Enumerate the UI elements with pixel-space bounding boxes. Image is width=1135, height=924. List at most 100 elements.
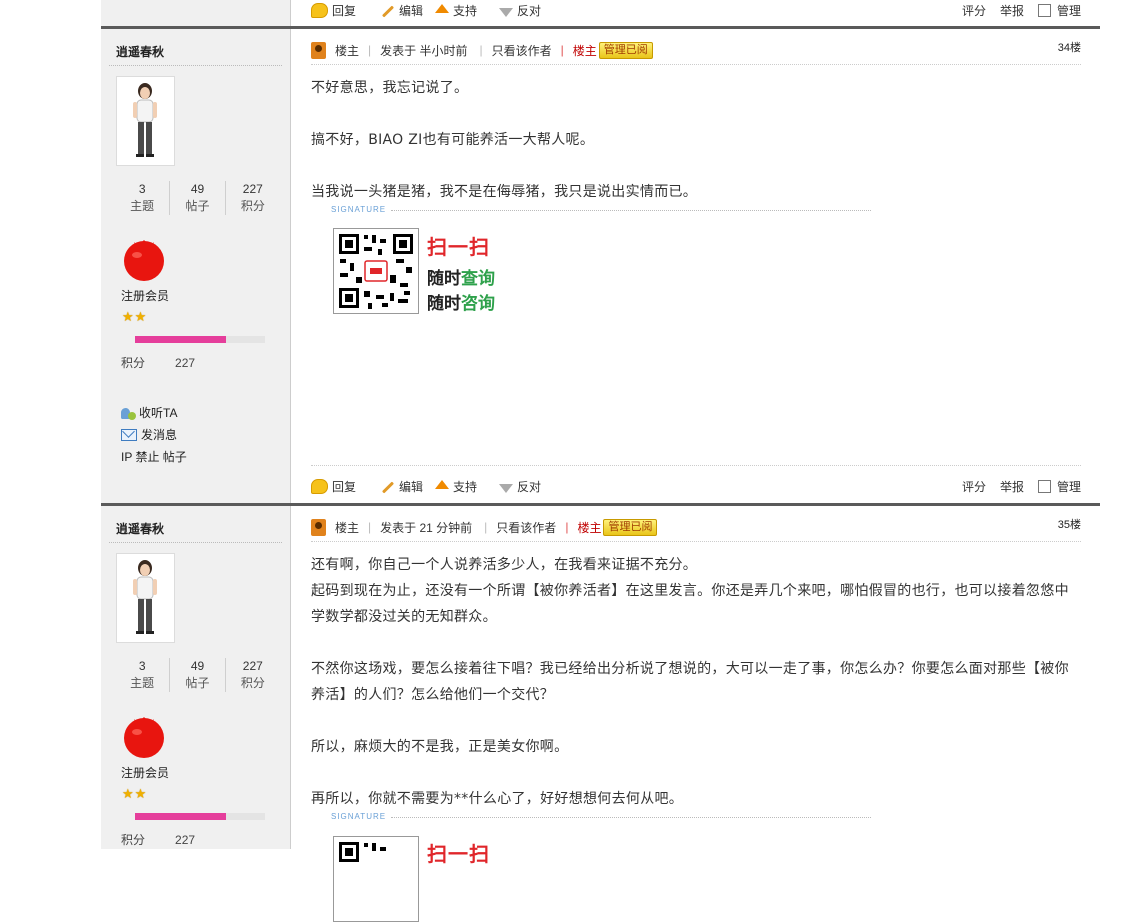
- rank-stars: ★★: [122, 309, 148, 324]
- edit-icon: [379, 4, 395, 18]
- forum-board: 回复 编辑 支持 反对 评分 举报 管理 逍遥春秋 3 主题 49 帖子 227…: [101, 0, 1100, 922]
- name-divider: [109, 542, 282, 543]
- support-arrow-icon: [435, 480, 449, 489]
- message-link[interactable]: 发消息: [121, 424, 187, 446]
- stat-points[interactable]: 227 积分: [226, 181, 280, 215]
- header-divider: [311, 541, 1081, 542]
- manage-checkbox[interactable]: [1037, 4, 1051, 17]
- author-stats: 3 主题 49 帖子 227 积分: [115, 181, 280, 215]
- author-sidebar: 逍遥春秋 3 主题 49 帖子 227 积分: [101, 29, 291, 504]
- points-progress-fill: [135, 336, 226, 343]
- previous-post-sidebar: [101, 0, 291, 26]
- avatar[interactable]: [116, 553, 175, 643]
- oppose-arrow-icon: [499, 484, 513, 493]
- signature-label: SIGNATURE: [331, 812, 387, 821]
- signature-divider: [391, 210, 871, 211]
- edit-button[interactable]: 编辑: [379, 478, 423, 495]
- post-35: 逍遥春秋 3 主题 49 帖子 227 积分 注册会员 ★★ 积分 227 楼主…: [101, 506, 1100, 922]
- manage-toggle[interactable]: 管理: [1037, 478, 1081, 495]
- signature-divider: [391, 817, 871, 818]
- author-icon: [311, 518, 326, 536]
- reviewed-badge: 管理已阅: [598, 41, 653, 59]
- author-name[interactable]: 逍遥春秋: [116, 520, 164, 537]
- scan-title: 扫一扫: [427, 844, 490, 866]
- stat-points[interactable]: 227 积分: [226, 658, 280, 692]
- oppose-button[interactable]: 反对: [499, 2, 541, 19]
- post-content: 楼主 | 发表于 半小时前 | 只看该作者 | 楼主 管理已阅 34楼 不好意思…: [311, 29, 1081, 504]
- support-button[interactable]: 支持: [435, 478, 477, 495]
- points-progress-bar: [135, 336, 265, 343]
- follow-icon: [121, 407, 137, 420]
- qr-code: [333, 228, 419, 314]
- user-rank: 注册会员: [121, 766, 170, 780]
- header-divider: [311, 64, 1081, 65]
- rate-link[interactable]: 评分: [962, 2, 986, 19]
- owner-tag: 楼主: [572, 43, 597, 58]
- edit-icon: [379, 480, 395, 494]
- avatar-figure-icon: [133, 83, 157, 157]
- only-author-link[interactable]: 只看该作者: [496, 519, 556, 536]
- post-header: 楼主 | 发表于 21 分钟前 | 只看该作者 | 楼主 管理已阅: [311, 516, 1081, 538]
- reply-icon: [311, 3, 328, 18]
- edit-button[interactable]: 编辑: [379, 2, 423, 19]
- name-divider: [109, 65, 282, 66]
- owner-label: 楼主: [335, 43, 360, 58]
- scan-title: 扫一扫: [427, 237, 490, 259]
- only-author-link[interactable]: 只看该作者: [492, 42, 552, 59]
- rate-link[interactable]: 评分: [962, 478, 986, 495]
- stat-topics[interactable]: 3 主题: [115, 658, 171, 692]
- manage-toggle[interactable]: 管理: [1037, 2, 1081, 19]
- scan-promo: 扫一扫: [427, 838, 490, 867]
- floor-number[interactable]: 35楼: [1058, 516, 1081, 532]
- scan-promo: 扫一扫 随时查询 随时咨询: [427, 231, 495, 314]
- owner-tag: 楼主: [577, 520, 602, 535]
- support-arrow-icon: [435, 4, 449, 13]
- user-rank: 注册会员: [121, 289, 170, 303]
- manage-checkbox[interactable]: [1037, 480, 1051, 493]
- signature-label: SIGNATURE: [331, 205, 387, 214]
- tomato-medal-icon: [124, 240, 164, 281]
- oppose-button[interactable]: 反对: [499, 478, 541, 495]
- points-row: 积分 227: [121, 833, 196, 847]
- post-time: 发表于 21 分钟前: [380, 520, 473, 535]
- floor-number[interactable]: 34楼: [1058, 39, 1081, 55]
- action-bar: 回复 编辑 支持 反对 评分 举报 管理: [311, 0, 1081, 22]
- rank-stars: ★★: [122, 786, 148, 801]
- tomato-medal-icon: [124, 717, 164, 758]
- post-body: 还有啊，你自己一个人说养活多少人，在我看来证据不充分。 起码到现在为止，还没有一…: [311, 557, 1069, 807]
- promo-line-consult: 随时咨询: [427, 294, 495, 313]
- author-name[interactable]: 逍遥春秋: [116, 43, 164, 60]
- points-progress-fill: [135, 813, 226, 820]
- report-link[interactable]: 举报: [1000, 2, 1024, 19]
- oppose-arrow-icon: [499, 8, 513, 17]
- action-bar: 回复 编辑 支持 反对 评分 举报 管理: [311, 476, 1081, 498]
- post-header: 楼主 | 发表于 半小时前 | 只看该作者 | 楼主 管理已阅: [311, 39, 1081, 61]
- reviewed-badge: 管理已阅: [603, 518, 658, 536]
- mail-icon: [121, 429, 137, 441]
- stat-topics[interactable]: 3 主题: [115, 181, 171, 215]
- author-icon: [311, 41, 326, 59]
- post-34: 逍遥春秋 3 主题 49 帖子 227 积分 注册会员 ★★ 积分 227 收听…: [101, 29, 1100, 504]
- author-actions: 收听TA 发消息 IP 禁止 帖子: [121, 402, 187, 468]
- owner-label: 楼主: [335, 520, 360, 535]
- qr-code-icon: [339, 234, 413, 309]
- stat-posts[interactable]: 49 帖子: [170, 181, 226, 215]
- stat-posts[interactable]: 49 帖子: [170, 658, 226, 692]
- follow-link[interactable]: 收听TA: [121, 402, 187, 424]
- previous-post-footer: 回复 编辑 支持 反对 评分 举报 管理: [101, 0, 1100, 26]
- post-content: 楼主 | 发表于 21 分钟前 | 只看该作者 | 楼主 管理已阅 35楼 还有…: [311, 506, 1081, 922]
- avatar[interactable]: [116, 76, 175, 166]
- points-row: 积分 227: [121, 356, 196, 370]
- post-time: 发表于 半小时前: [380, 43, 468, 58]
- post-body: 不好意思，我忘记说了。 搞不好，BIAO ZI也有可能养活一大帮人呢。 当我说一…: [311, 80, 698, 200]
- report-link[interactable]: 举报: [1000, 478, 1024, 495]
- author-sidebar: 逍遥春秋 3 主题 49 帖子 227 积分: [101, 506, 291, 849]
- avatar-figure-icon: [133, 560, 157, 634]
- points-progress-bar: [135, 813, 265, 820]
- ip-ban-links[interactable]: IP 禁止 帖子: [121, 446, 187, 468]
- qr-code-icon: [339, 842, 386, 862]
- support-button[interactable]: 支持: [435, 2, 477, 19]
- reply-button[interactable]: 回复: [311, 2, 356, 19]
- reply-icon: [311, 479, 328, 494]
- reply-button[interactable]: 回复: [311, 478, 356, 495]
